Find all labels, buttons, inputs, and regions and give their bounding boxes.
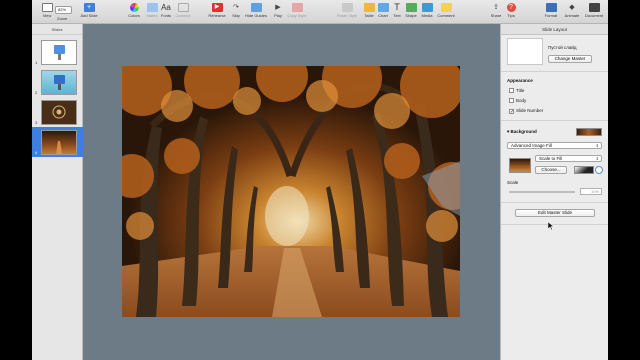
zoom-label: Zoom	[57, 16, 68, 21]
tips-button[interactable]: ? Tips	[498, 2, 524, 22]
color-picker-icon[interactable]	[595, 166, 603, 174]
body-checkbox[interactable]: Body	[509, 98, 526, 103]
slide-thumbnail-row[interactable]: 2	[32, 67, 83, 97]
play-icon: ▶	[275, 4, 281, 11]
keynote-logo-icon	[54, 75, 65, 90]
slide-thumbnail-row[interactable]: 3	[32, 97, 83, 127]
slides-header: Slides	[32, 24, 82, 35]
slide-navigator: Slides 1 2 3 4	[32, 24, 83, 360]
view-icon	[41, 3, 53, 12]
scale-field[interactable]: 10%	[580, 188, 602, 195]
color-wheel-icon	[129, 3, 139, 12]
master-thumbnail	[507, 38, 543, 65]
slide-thumbnail-row[interactable]: 1	[32, 37, 83, 67]
keynote-window: View 82% Zoom + Add Slide Colors Mates A…	[32, 0, 608, 360]
slide-thumbnail[interactable]	[41, 40, 77, 65]
media-icon	[421, 3, 433, 12]
popup-arrows-icon: ⇕	[595, 143, 599, 148]
slide-thumbnail[interactable]	[41, 130, 77, 155]
divider	[501, 71, 608, 72]
document-button[interactable]: Document	[581, 2, 607, 22]
copy-style-icon	[291, 3, 303, 12]
checkbox-unchecked[interactable]	[509, 88, 514, 93]
document-icon	[588, 3, 600, 12]
scale-slider[interactable]	[509, 191, 575, 193]
background-image-swatch[interactable]	[576, 128, 602, 136]
choose-image-button[interactable]: Choose...	[535, 166, 567, 174]
tint-color-well[interactable]	[574, 166, 594, 174]
ornament-image	[52, 105, 66, 119]
slide-thumbnail[interactable]	[41, 70, 77, 95]
zoom-select[interactable]: 82%	[55, 6, 72, 14]
keynote-logo-icon	[54, 45, 65, 60]
rehearse-icon: ▶	[211, 3, 223, 12]
fill-type-select[interactable]: Advanced Image Fill ⇕	[507, 142, 602, 149]
paste-style-icon	[341, 3, 353, 12]
add-slide-button[interactable]: + Add Slide	[76, 2, 102, 22]
autumn-alley-photo	[122, 66, 460, 317]
comment-button[interactable]: Comment	[433, 2, 459, 22]
autumn-alley-image	[56, 141, 62, 154]
skip-icon: ↷	[233, 4, 239, 11]
slide-number-checkbox[interactable]: ✓ Slide Number	[509, 108, 543, 115]
comment-icon	[440, 3, 452, 12]
divider	[501, 224, 608, 225]
current-slide[interactable]	[122, 66, 460, 317]
background-heading[interactable]: ▾ Background	[507, 129, 537, 135]
popup-arrows-icon: ⇕	[595, 156, 599, 161]
fill-image-preview[interactable]	[509, 158, 531, 173]
slide-thumbnail-row-selected[interactable]: 4	[32, 127, 83, 157]
connect-icon	[177, 3, 189, 12]
scale-label: Scale	[507, 180, 519, 185]
tips-icon: ?	[506, 3, 516, 12]
copy-style-button[interactable]: Copy Style	[284, 2, 310, 22]
scale-mode-select[interactable]: Scale to Fill ⇕	[535, 155, 602, 162]
connect-button[interactable]: Connect	[170, 2, 196, 22]
appearance-heading: Appearance	[507, 78, 533, 83]
guides-icon	[250, 3, 262, 12]
add-slide-icon: +	[83, 3, 95, 12]
slide-thumbnail[interactable]	[41, 100, 77, 125]
checkbox-unchecked[interactable]	[509, 98, 514, 103]
divider	[501, 120, 608, 121]
checkmark-icon[interactable]: ✓	[509, 109, 514, 115]
title-checkbox[interactable]: Title	[509, 88, 524, 93]
slide-canvas	[83, 24, 500, 360]
divider	[501, 202, 608, 203]
format-brush-icon	[545, 3, 557, 12]
change-master-button[interactable]: Change Master	[548, 55, 592, 63]
inspector-title: Slide Layout	[501, 24, 608, 35]
mouse-pointer-icon	[548, 222, 554, 230]
toolbar: View 82% Zoom + Add Slide Colors Mates A…	[32, 0, 608, 24]
master-name: Пустой слайд	[548, 45, 577, 50]
inspector-panel: Slide Layout Пустой слайд Change Master …	[500, 24, 608, 360]
edit-master-slide-button[interactable]: Edit Master Slide	[515, 209, 595, 217]
animate-diamond-icon: ◆	[569, 4, 575, 11]
